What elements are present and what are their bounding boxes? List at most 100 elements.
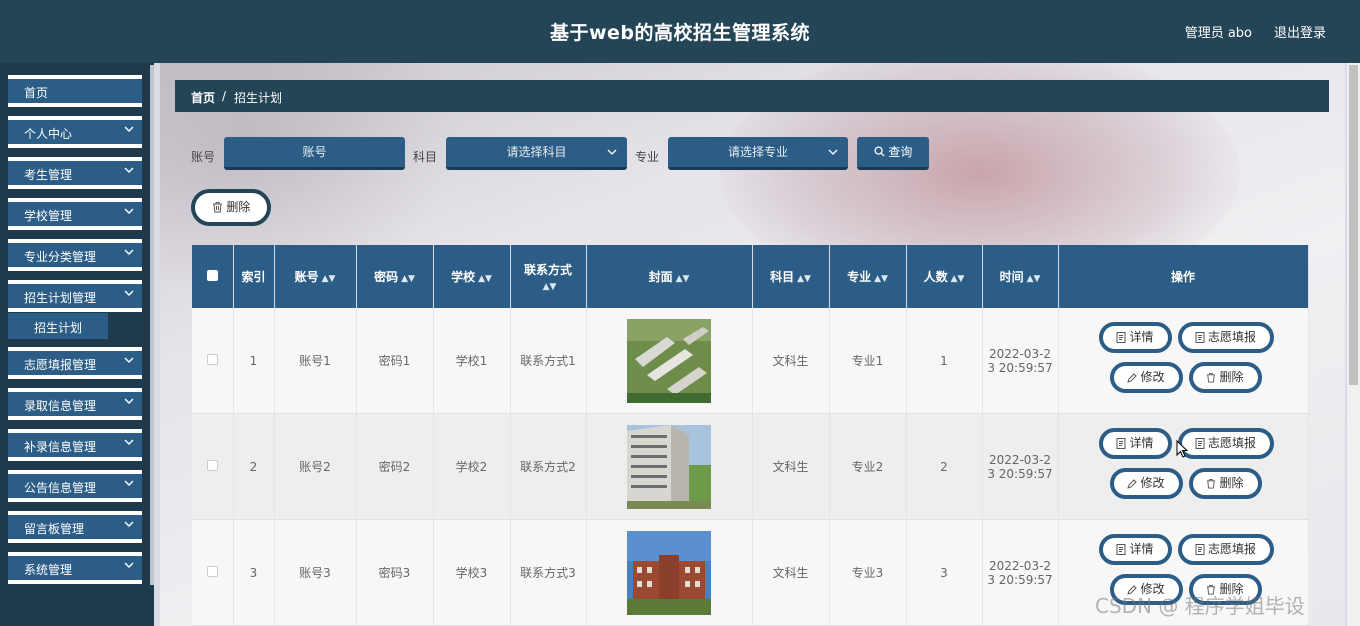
bulk-delete-button[interactable]: 删除 bbox=[191, 189, 271, 226]
apply-button[interactable]: 志愿填报 bbox=[1177, 534, 1274, 565]
sidebar-item-announcements[interactable]: 公告信息管理 bbox=[8, 470, 142, 502]
document-icon bbox=[1116, 332, 1126, 343]
sidebar-scrollbar[interactable] bbox=[150, 65, 154, 585]
time-clock: 3 20:59:57 bbox=[987, 360, 1053, 375]
sidebar-item-message-board[interactable]: 留言板管理 bbox=[8, 511, 142, 543]
select-all-cell bbox=[192, 245, 234, 308]
table-cell: 3 bbox=[906, 519, 983, 626]
column-header: 索引 bbox=[233, 245, 275, 308]
sidebar-subitem-enrollment-plan[interactable]: 招生计划 bbox=[8, 313, 108, 339]
column-header-label: 时间 bbox=[999, 270, 1024, 284]
column-header-label: 账号 bbox=[294, 270, 319, 284]
sidebar-item-label: 系统管理 bbox=[24, 563, 73, 577]
sidebar-item-applications[interactable]: 志愿填报管理 bbox=[8, 347, 142, 379]
table-cell: 联系方式3 bbox=[510, 519, 587, 626]
table-cell: 密码1 bbox=[356, 308, 434, 414]
sidebar-item-enrollment-plans[interactable]: 招生计划管理 bbox=[8, 280, 142, 312]
detail-button[interactable]: 详情 bbox=[1098, 534, 1172, 565]
column-header[interactable]: 人数 ▲▼ bbox=[906, 245, 983, 308]
subject-label: 科目 bbox=[413, 150, 438, 164]
apply-label: 志愿填报 bbox=[1207, 436, 1256, 450]
time-date: 2022-03-2 bbox=[988, 452, 1052, 467]
chevron-down-icon bbox=[124, 562, 134, 568]
row-actions: 详情 志愿填报 修改 删除 bbox=[1059, 414, 1308, 519]
sidebar-item-label: 个人中心 bbox=[24, 127, 73, 141]
sort-icon[interactable]: ▲▼ bbox=[322, 274, 336, 284]
app-title: 基于web的高校招生管理系统 bbox=[549, 22, 811, 44]
time-cell: 2022-03-2 3 20:59:57 bbox=[982, 308, 1059, 414]
row-checkbox[interactable] bbox=[206, 353, 218, 365]
major-select-placeholder: 请选择专业 bbox=[727, 145, 788, 159]
column-header[interactable]: 科目 ▲▼ bbox=[752, 245, 830, 308]
apply-button[interactable]: 志愿填报 bbox=[1177, 322, 1274, 353]
sidebar-item-profile[interactable]: 个人中心 bbox=[8, 116, 142, 148]
time-date: 2022-03-2 bbox=[988, 558, 1052, 573]
cover-cell bbox=[586, 308, 753, 414]
top-header: 基于web的高校招生管理系统 管理员 abo 退出登录 bbox=[0, 0, 1360, 63]
column-header[interactable]: 密码 ▲▼ bbox=[356, 245, 434, 308]
table-row: 1 账号1 密码1 学校1 联系方式1 文科生 专业1 1 2022-03-2 … bbox=[192, 308, 1309, 414]
delete-label: 删除 bbox=[1219, 476, 1244, 490]
breadcrumb-separator: / bbox=[222, 89, 227, 103]
sort-icon[interactable]: ▲▼ bbox=[401, 274, 415, 284]
chevron-down-icon bbox=[124, 439, 134, 445]
account-input[interactable]: 账号 bbox=[224, 137, 405, 170]
edit-button[interactable]: 修改 bbox=[1109, 362, 1183, 393]
sort-icon[interactable]: ▲▼ bbox=[478, 274, 492, 284]
table-cell: 文科生 bbox=[752, 308, 830, 414]
detail-button[interactable]: 详情 bbox=[1098, 428, 1172, 459]
trash-icon bbox=[212, 202, 222, 213]
sidebar-item-students[interactable]: 考生管理 bbox=[8, 157, 142, 189]
column-header[interactable]: 账号 ▲▼ bbox=[274, 245, 357, 308]
column-header[interactable]: 封面 ▲▼ bbox=[586, 245, 753, 308]
column-header-label: 封面 bbox=[648, 270, 673, 284]
sidebar-item-admissions[interactable]: 录取信息管理 bbox=[8, 388, 142, 420]
column-header-label: 索引 bbox=[241, 270, 266, 284]
document-icon bbox=[1116, 438, 1126, 449]
scrollbar-thumb[interactable] bbox=[1349, 65, 1358, 385]
sidebar-item-label: 志愿填报管理 bbox=[24, 358, 97, 372]
table-cell: 密码3 bbox=[356, 519, 434, 626]
table-cell: 联系方式1 bbox=[510, 308, 587, 414]
subject-select[interactable]: 请选择科目 bbox=[446, 137, 627, 170]
sidebar-item-label: 补录信息管理 bbox=[24, 440, 97, 454]
delete-label: 删除 bbox=[1219, 370, 1244, 384]
sort-icon[interactable]: ▲▼ bbox=[1027, 274, 1041, 284]
apply-button[interactable]: 志愿填报 bbox=[1177, 428, 1274, 459]
sort-icon[interactable]: ▲▼ bbox=[874, 274, 888, 284]
breadcrumb-home[interactable]: 首页 bbox=[191, 89, 215, 106]
detail-button[interactable]: 详情 bbox=[1098, 322, 1172, 353]
time-cell: 2022-03-2 3 20:59:57 bbox=[982, 413, 1059, 520]
select-all-checkbox[interactable] bbox=[206, 269, 218, 281]
sidebar-item-home[interactable]: 首页 bbox=[8, 75, 142, 107]
cover-image[interactable] bbox=[627, 424, 711, 509]
sort-icon[interactable]: ▲▼ bbox=[797, 274, 811, 284]
sidebar-item-supplementary[interactable]: 补录信息管理 bbox=[8, 429, 142, 461]
major-select[interactable]: 请选择专业 bbox=[668, 137, 848, 170]
sidebar-item-schools[interactable]: 学校管理 bbox=[8, 198, 142, 230]
column-header[interactable]: 时间 ▲▼ bbox=[982, 245, 1059, 308]
logout-link[interactable]: 退出登录 bbox=[1274, 22, 1326, 41]
cover-image[interactable] bbox=[627, 318, 711, 403]
sort-icon[interactable]: ▲▼ bbox=[676, 274, 690, 284]
delete-button[interactable]: 删除 bbox=[1188, 468, 1262, 499]
column-header[interactable]: 学校 ▲▼ bbox=[433, 245, 511, 308]
cover-image[interactable] bbox=[627, 530, 711, 615]
table-cell: 3 bbox=[233, 519, 275, 626]
column-header[interactable]: 专业 ▲▼ bbox=[829, 245, 907, 308]
sort-icon[interactable]: ▲▼ bbox=[951, 274, 965, 284]
row-checkbox-cell bbox=[192, 519, 234, 626]
sidebar-item-system[interactable]: 系统管理 bbox=[8, 552, 142, 584]
page-scrollbar[interactable] bbox=[1347, 63, 1360, 626]
detail-label: 详情 bbox=[1129, 330, 1154, 344]
edit-button[interactable]: 修改 bbox=[1109, 468, 1183, 499]
row-checkbox[interactable] bbox=[206, 565, 218, 577]
column-header[interactable]: 联系方式 ▲▼ bbox=[510, 245, 587, 308]
sort-icon[interactable]: ▲▼ bbox=[543, 282, 557, 292]
current-user: 管理员 abo bbox=[1184, 26, 1252, 41]
sidebar-item-label: 留言板管理 bbox=[24, 522, 85, 536]
query-button[interactable]: 查询 bbox=[857, 137, 929, 170]
delete-button[interactable]: 删除 bbox=[1188, 362, 1262, 393]
row-checkbox[interactable] bbox=[206, 459, 218, 471]
sidebar-item-major-categories[interactable]: 专业分类管理 bbox=[8, 239, 142, 271]
